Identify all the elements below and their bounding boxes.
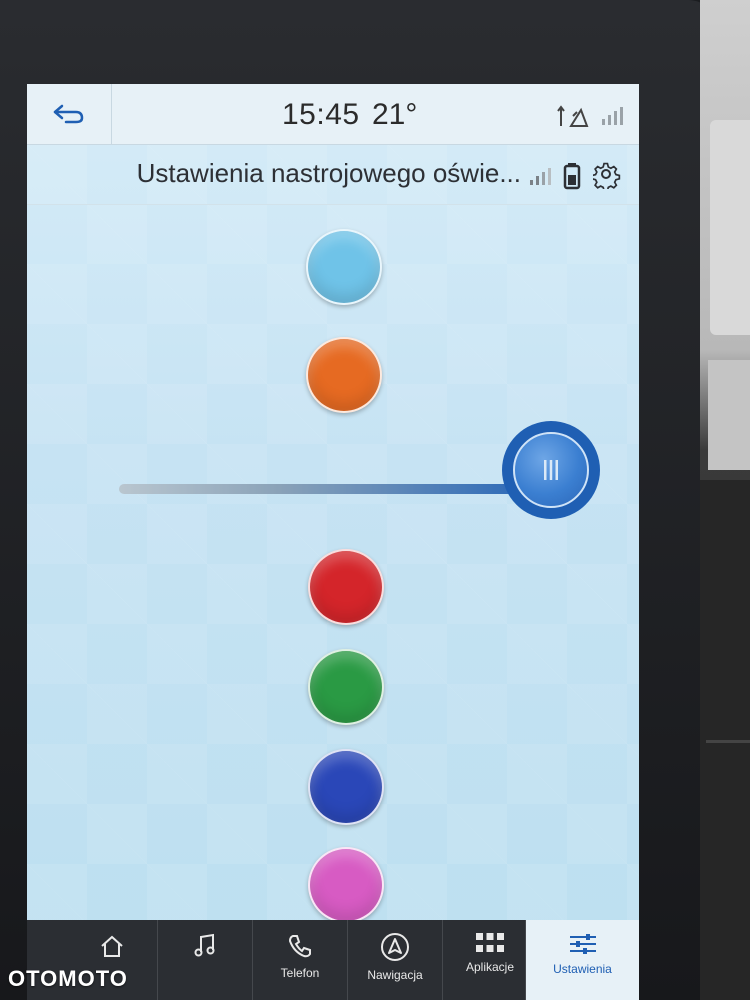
home-icon xyxy=(101,935,123,957)
navigation-arrow-icon xyxy=(557,105,589,127)
back-arrow-icon xyxy=(53,104,84,124)
color-swatch-orange[interactable] xyxy=(306,337,382,413)
phone-icon xyxy=(288,935,311,958)
signal-strength-icon xyxy=(530,168,551,185)
color-swatch-green[interactable] xyxy=(308,649,384,725)
color-swatch-red[interactable] xyxy=(308,549,384,625)
navigation-icon xyxy=(381,933,409,961)
page-header: Ustawienia nastrojowego oświe... xyxy=(27,144,639,205)
page-title: Ustawienia nastrojowego oświe... xyxy=(136,158,521,188)
nav-music[interactable] xyxy=(157,920,252,1000)
nav-navigation-label: Nawigacja xyxy=(367,968,423,982)
color-swatch-blue[interactable] xyxy=(308,749,384,825)
gear-icon[interactable] xyxy=(593,161,621,189)
clock: 15:45 xyxy=(282,98,360,131)
status-bar: 15:45 21° xyxy=(27,84,639,145)
back-button[interactable] xyxy=(27,84,112,144)
color-swatch-pink[interactable] xyxy=(308,847,384,923)
grip-icon xyxy=(544,460,558,480)
nav-navigation[interactable]: Nawigacja xyxy=(347,920,442,1000)
watermark-logo: OTOMOTO xyxy=(8,966,128,991)
nav-apps-label: Aplikacje xyxy=(465,960,515,974)
battery-icon xyxy=(563,163,581,190)
dashboard-trim xyxy=(700,0,750,1000)
signal-strength-icon xyxy=(602,107,623,125)
outside-temperature: 21° xyxy=(372,98,418,131)
nav-apps[interactable]: Aplikacje xyxy=(442,920,537,1000)
nav-phone-label: Telefon xyxy=(280,966,320,980)
nav-phone[interactable]: Telefon xyxy=(252,920,347,1000)
brightness-slider-track[interactable] xyxy=(119,484,519,494)
brightness-slider-handle[interactable] xyxy=(502,421,600,519)
nav-settings[interactable]: Ustawienia xyxy=(525,920,639,1000)
color-swatch-light-blue[interactable] xyxy=(306,229,382,305)
apps-grid-icon xyxy=(476,933,504,952)
nav-settings-label: Ustawienia xyxy=(553,962,612,976)
settings-sliders-icon xyxy=(569,934,596,954)
music-note-icon xyxy=(194,933,215,957)
infotainment-screen: 15:45 21° Ustawienia nastrojowego oświe.… xyxy=(27,84,639,1000)
